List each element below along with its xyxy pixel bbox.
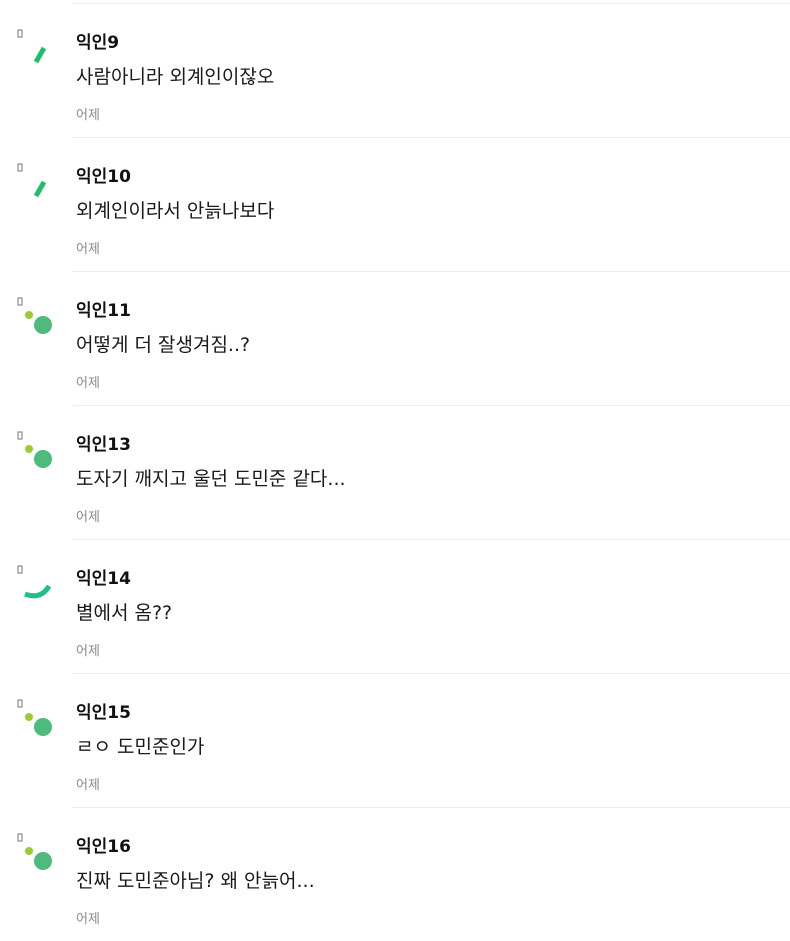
avatar-dots-icon (17, 431, 52, 468)
avatar-slash-icon (17, 29, 47, 64)
comment-author: 익인10 (76, 167, 131, 187)
avatar[interactable] (0, 674, 73, 807)
comment-item: 익인11 어떻게 더 잘생겨짐..? 어제 (17, 272, 790, 406)
comment-text: ㄹㅇ 도민준인가 (76, 736, 205, 758)
avatar-dots-icon (17, 833, 52, 870)
comment-time: 어제 (76, 376, 100, 391)
avatar[interactable] (0, 808, 73, 941)
comment-list: 익인9 사람아니라 외계인이잖오 어제 익인10 외계인이라서 안늙나보다 어제… (0, 4, 790, 941)
comment-time: 어제 (76, 912, 100, 927)
comment-text: 어떻게 더 잘생겨짐..? (76, 334, 251, 356)
avatar-dots-icon (17, 297, 52, 334)
comment-author: 익인16 (76, 837, 131, 857)
comment-text: 별에서 옴?? (76, 602, 173, 624)
comment-item: 익인13 도자기 깨지고 울던 도민준 같다... 어제 (17, 406, 790, 540)
comment-time: 어제 (76, 242, 100, 257)
comment-author: 익인9 (76, 33, 120, 53)
avatar-slash-icon (17, 163, 47, 198)
comment-author: 익인11 (76, 301, 131, 321)
comment-time: 어제 (76, 778, 100, 793)
avatar-arc-icon (17, 565, 52, 599)
comment-author: 익인15 (76, 703, 131, 723)
comment-author: 익인13 (76, 435, 131, 455)
comment-item: 익인15 ㄹㅇ 도민준인가 어제 (17, 674, 790, 808)
avatar[interactable] (0, 272, 73, 405)
avatar[interactable] (0, 4, 73, 137)
comment-time: 어제 (76, 644, 100, 659)
avatar[interactable] (0, 138, 73, 271)
comment-item: 익인10 외계인이라서 안늙나보다 어제 (17, 138, 790, 272)
comment-text: 외계인이라서 안늙나보다 (76, 200, 275, 222)
comment-text: 사람아니라 외계인이잖오 (76, 66, 275, 88)
avatar[interactable] (0, 406, 73, 539)
comment-item: 익인16 진짜 도민준아님? 왜 안늙어... 어제 (17, 808, 790, 941)
comment-author: 익인14 (76, 569, 131, 589)
comment-time: 어제 (76, 108, 100, 123)
comment-text: 도자기 깨지고 울던 도민준 같다... (76, 468, 346, 490)
avatar[interactable] (0, 540, 73, 673)
avatar-dots-icon (17, 699, 52, 736)
comment-item: 익인14 별에서 옴?? 어제 (17, 540, 790, 674)
comment-item: 익인9 사람아니라 외계인이잖오 어제 (17, 4, 790, 138)
comment-text: 진짜 도민준아님? 왜 안늙어... (76, 870, 315, 892)
comment-time: 어제 (76, 510, 100, 525)
